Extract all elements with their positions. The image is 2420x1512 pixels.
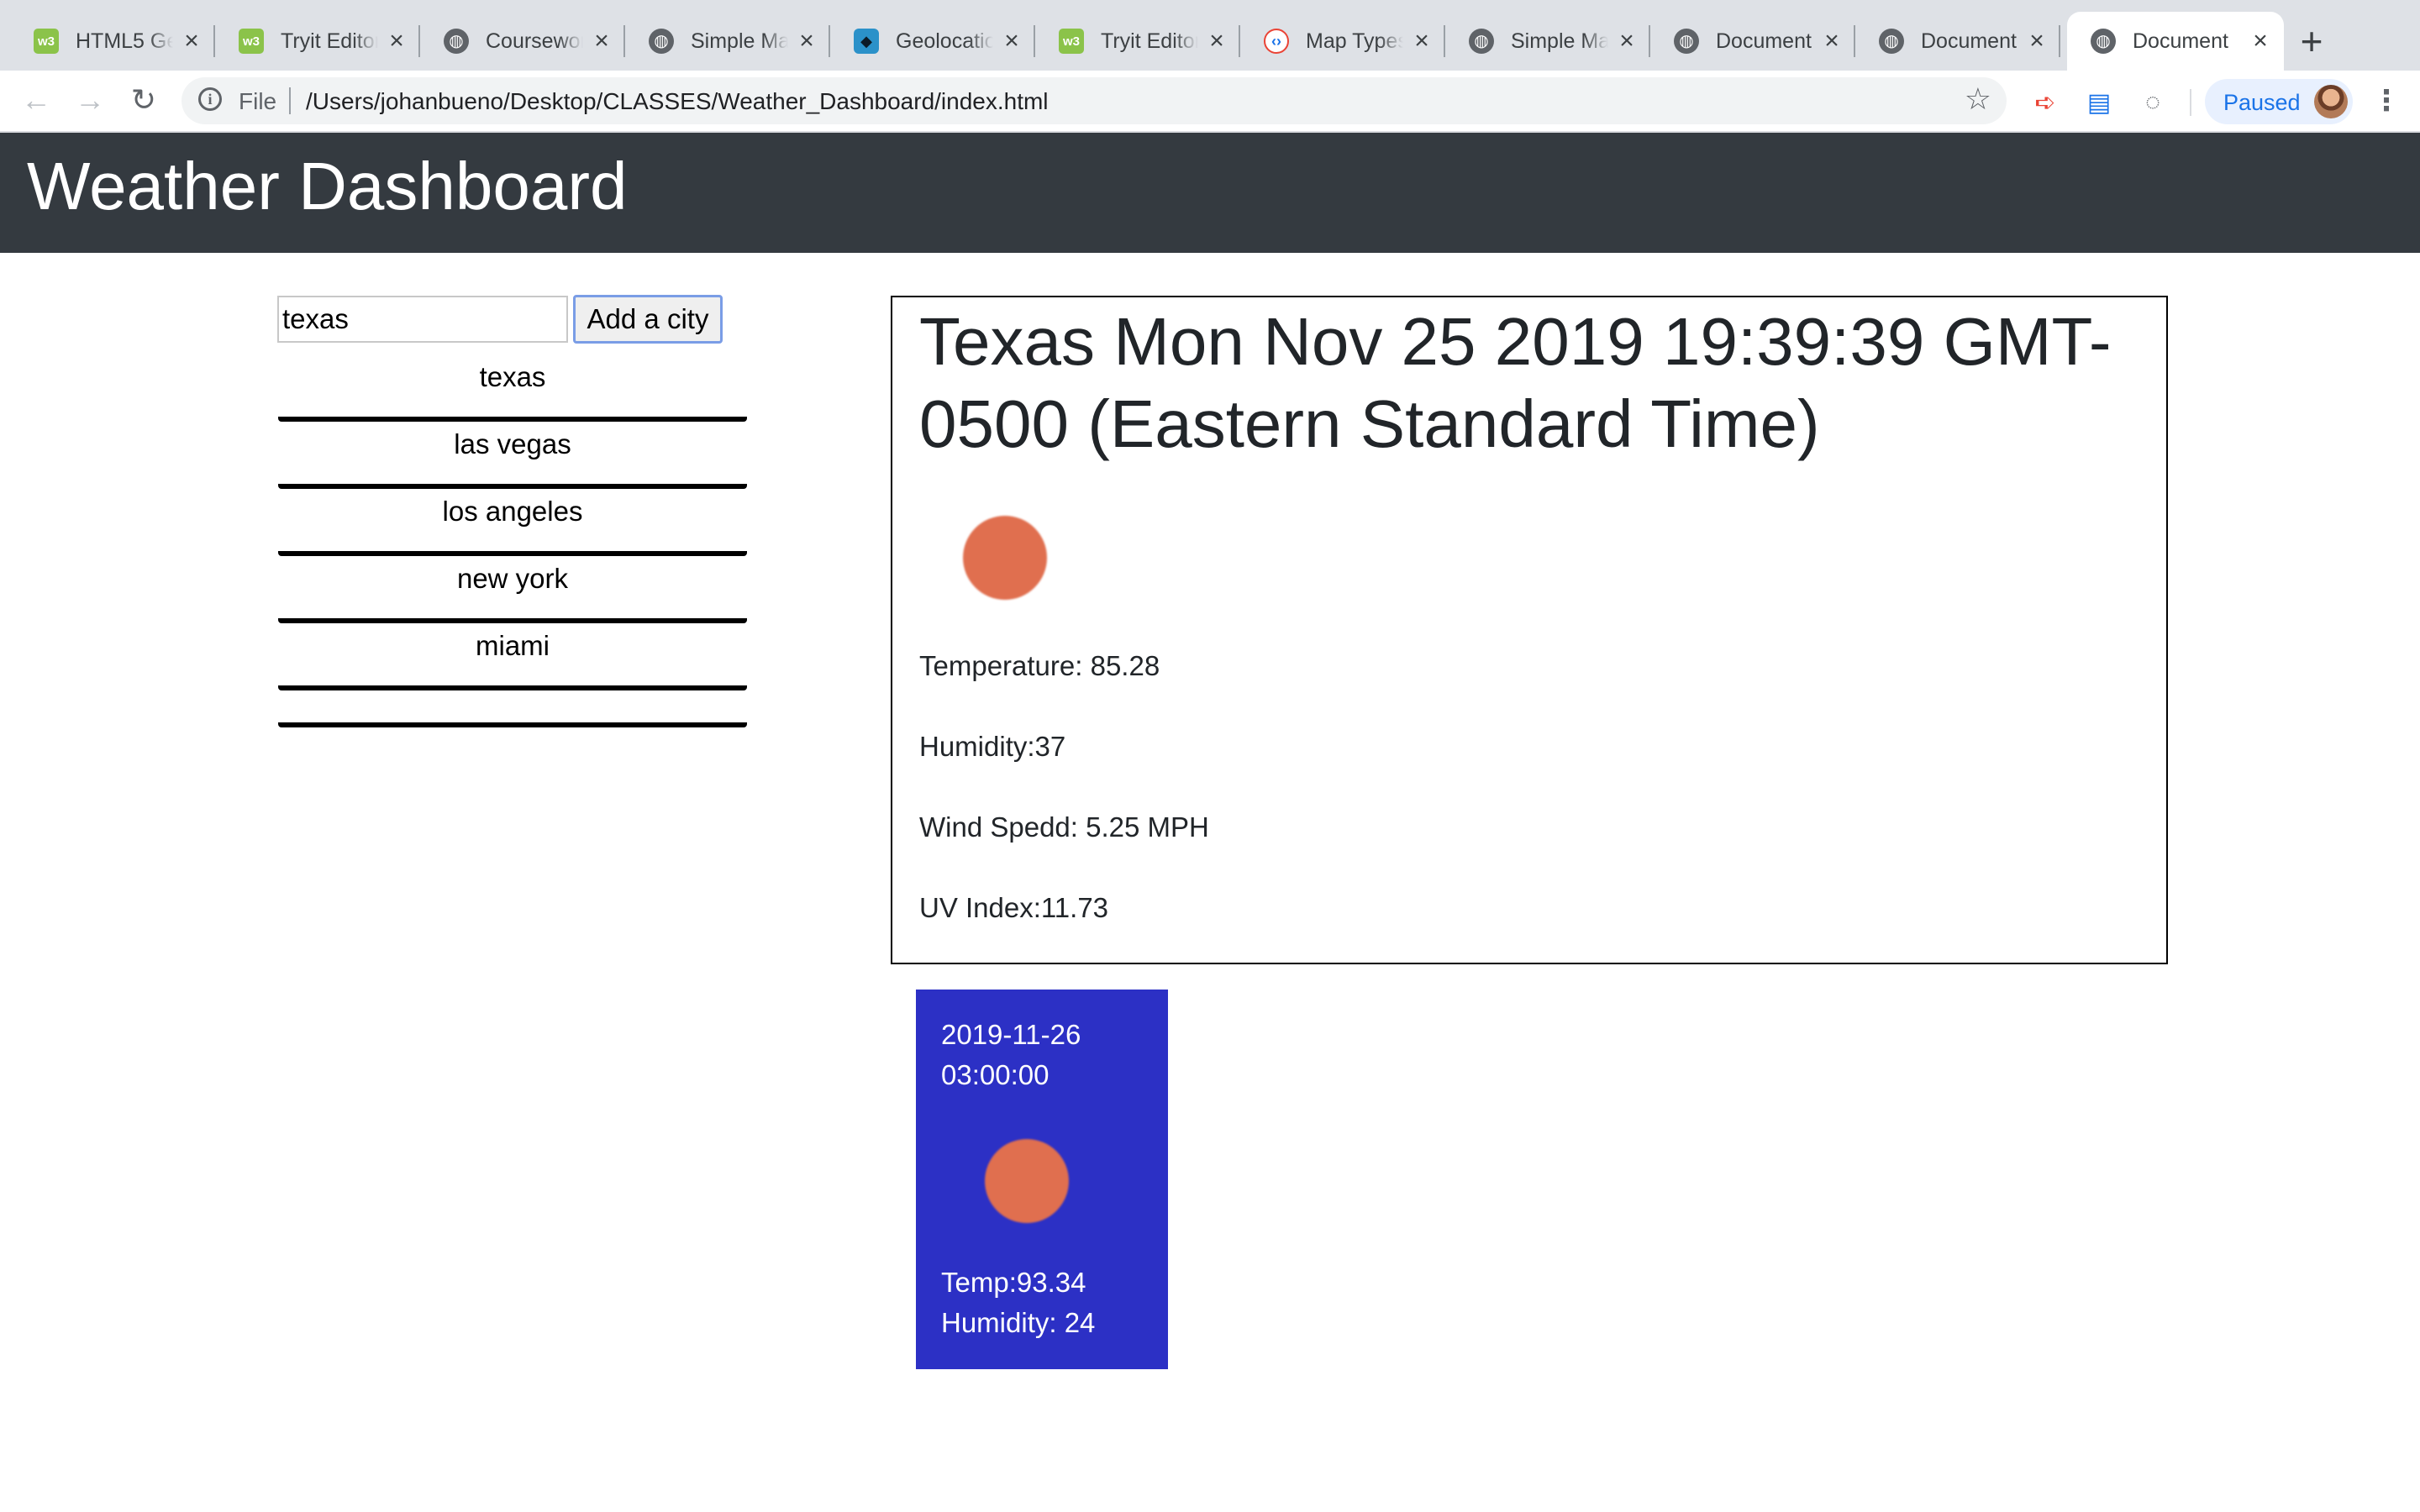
info-icon[interactable]: i xyxy=(198,87,222,111)
close-icon[interactable]: × xyxy=(1410,27,1434,55)
tab-title: Simple Map xyxy=(1511,29,1608,53)
close-icon[interactable]: × xyxy=(2249,27,2272,55)
globe-icon: ◍ xyxy=(649,29,674,54)
close-icon[interactable]: × xyxy=(1205,27,1228,55)
close-icon[interactable]: × xyxy=(1000,27,1023,55)
extension-icon[interactable]: ◌ xyxy=(2136,86,2170,119)
profile-button[interactable]: Paused xyxy=(2205,79,2353,124)
close-icon[interactable]: × xyxy=(1615,27,1639,55)
globe-icon: ◍ xyxy=(444,29,469,54)
close-icon[interactable]: × xyxy=(590,27,613,55)
tab-title: Coursework xyxy=(486,29,583,53)
forecast-humidity: Humidity: 24 xyxy=(941,1307,1096,1338)
extension-icon[interactable]: ▤ xyxy=(2082,86,2116,119)
city-search-input[interactable] xyxy=(277,296,568,343)
browser-tab[interactable]: ◆ Geolocation × xyxy=(830,12,1035,71)
tab-title: HTML5 Geolocation xyxy=(76,29,173,53)
divider xyxy=(289,87,291,114)
globe-icon: ◍ xyxy=(1674,29,1699,54)
temperature-text: Temperature: 85.28 xyxy=(919,650,1160,681)
city-history-item[interactable]: los angeles xyxy=(278,489,747,556)
add-city-button[interactable]: Add a city xyxy=(573,295,723,344)
close-icon[interactable]: × xyxy=(795,27,818,55)
browser-tab-active[interactable]: ◍ Document × xyxy=(2067,12,2284,71)
browser-tab[interactable]: ‹› Map Types × xyxy=(1240,12,1445,71)
more-menu-icon[interactable]: ⋮ xyxy=(2370,84,2403,118)
globe-icon: ◍ xyxy=(1879,29,1904,54)
extension-icon[interactable]: ➪ xyxy=(2028,86,2062,119)
address-bar[interactable]: i File /Users/johanbueno/Desktop/CLASSES… xyxy=(182,77,2007,124)
current-weather-title: Texas Mon Nov 25 2019 19:39:39 GMT-0500 … xyxy=(919,304,2112,461)
globe-icon: ◍ xyxy=(1469,29,1494,54)
city-history-item[interactable]: miami xyxy=(278,623,747,690)
w3schools-icon: w3 xyxy=(1059,29,1084,54)
navbar: Weather Dashboard xyxy=(0,133,2420,253)
browser-tab[interactable]: ◍ Simple Map × xyxy=(625,12,830,71)
tab-title: Document xyxy=(2133,29,2228,53)
profile-status: Paused xyxy=(2223,90,2301,115)
geolocation-icon: ◆ xyxy=(854,29,879,54)
reload-button[interactable]: ↻ xyxy=(123,79,165,121)
wind-speed-text: Wind Spedd: 5.25 MPH xyxy=(919,811,1209,843)
browser-tab[interactable]: ◍ Simple Map × xyxy=(1445,12,1650,71)
weather-icon xyxy=(985,1139,1069,1223)
forecast-temp: Temp:93.34 xyxy=(941,1267,1086,1298)
w3schools-icon: w3 xyxy=(34,29,59,54)
w3schools-icon: w3 xyxy=(239,29,264,54)
globe-icon: ◍ xyxy=(2091,29,2116,54)
browser-tab[interactable]: w3 Tryit Editor × xyxy=(1035,12,1240,71)
close-icon[interactable]: × xyxy=(1820,27,1844,55)
close-icon[interactable]: × xyxy=(2025,27,2049,55)
scheme-label: File xyxy=(239,88,277,114)
forward-button[interactable]: → xyxy=(69,79,111,121)
browser-tab[interactable]: ◍ Document × xyxy=(1855,12,2060,71)
page-title: Weather Dashboard xyxy=(27,149,628,223)
humidity-text: Humidity:37 xyxy=(919,731,1066,762)
tab-title: Document xyxy=(1921,29,2017,53)
tab-title: Map Types xyxy=(1306,29,1403,53)
browser-tab[interactable]: w3 Tryit Editor × xyxy=(215,12,420,71)
tab-title: Tryit Editor xyxy=(281,29,378,53)
city-history-item[interactable] xyxy=(278,690,747,727)
browser-tab[interactable]: ◍ Coursework × xyxy=(420,12,625,71)
browser-toolbar: ← → ↻ i File /Users/johanbueno/Desktop/C… xyxy=(0,71,2420,133)
divider xyxy=(2190,89,2191,116)
browser-tab[interactable]: w3 HTML5 Geolocation × xyxy=(10,12,215,71)
bookmark-star-icon[interactable]: ☆ xyxy=(1965,84,1991,114)
weather-icon xyxy=(963,516,1047,600)
search-history-list: texas las vegas los angeles new york mia… xyxy=(278,354,747,727)
forecast-date: 2019-11-26 03:00:00 xyxy=(941,1019,1081,1090)
city-history-item[interactable]: texas xyxy=(278,354,747,422)
city-history-item[interactable]: new york xyxy=(278,556,747,623)
browser-tab[interactable]: ◍ Document × xyxy=(1650,12,1855,71)
tab-title: Geolocation xyxy=(896,29,993,53)
forecast-card: 2019-11-26 03:00:00 Temp:93.34 Humidity:… xyxy=(916,990,1168,1369)
tab-title: Document xyxy=(1716,29,1812,53)
browser-tab-strip: w3 HTML5 Geolocation × w3 Tryit Editor ×… xyxy=(0,0,2420,71)
tab-title: Tryit Editor xyxy=(1101,29,1198,53)
new-tab-button[interactable]: + xyxy=(2289,18,2334,64)
current-weather-card: Texas Mon Nov 25 2019 19:39:39 GMT-0500 … xyxy=(891,296,2168,964)
tab-title: Simple Map xyxy=(691,29,788,53)
back-button[interactable]: ← xyxy=(15,79,57,121)
close-icon[interactable]: × xyxy=(385,27,408,55)
uv-index-text: UV Index:11.73 xyxy=(919,892,1109,923)
city-history-item[interactable]: las vegas xyxy=(278,422,747,489)
close-icon[interactable]: × xyxy=(180,27,203,55)
google-maps-icon: ‹› xyxy=(1264,29,1289,54)
url-text[interactable]: /Users/johanbueno/Desktop/CLASSES/Weathe… xyxy=(306,88,1049,115)
avatar xyxy=(2314,85,2348,118)
